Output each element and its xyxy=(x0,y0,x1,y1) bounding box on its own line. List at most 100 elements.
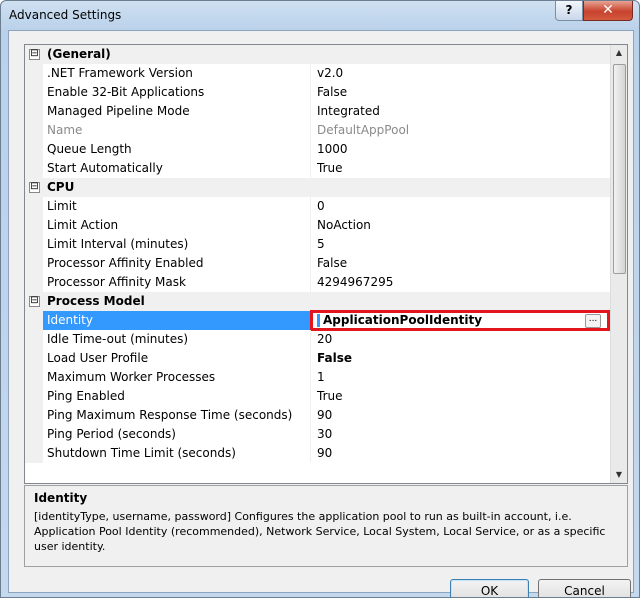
property-value[interactable]: False xyxy=(317,349,602,368)
row-gutter xyxy=(25,311,43,330)
property-name: Enable 32-Bit Applications xyxy=(47,85,205,99)
column-divider xyxy=(310,425,311,444)
property-row[interactable]: Limit Action NoAction xyxy=(25,216,611,235)
property-row[interactable]: Limit Interval (minutes) 5 xyxy=(25,235,611,254)
scroll-down-icon[interactable]: ▼ xyxy=(611,467,627,483)
property-row[interactable]: Identity ApplicationPoolIdentity... xyxy=(25,310,611,331)
edit-caret xyxy=(317,314,320,327)
property-row[interactable]: .NET Framework Version v2.0 xyxy=(25,64,611,83)
scroll-up-icon[interactable]: ▲ xyxy=(611,45,627,61)
property-name: .NET Framework Version xyxy=(47,66,193,80)
advanced-settings-window: Advanced Settings ? ✕ ⊟ (General) .NET Fra… xyxy=(0,0,640,598)
collapse-icon[interactable]: ⊟ xyxy=(29,296,40,307)
property-value[interactable]: NoAction xyxy=(317,216,602,235)
property-value[interactable]: 5 xyxy=(317,235,602,254)
property-value[interactable]: 90 xyxy=(317,444,602,463)
description-title: Identity xyxy=(34,491,88,505)
row-gutter xyxy=(25,387,43,406)
help-button[interactable]: ? xyxy=(555,1,583,21)
property-name: Identity xyxy=(43,311,310,330)
property-name: Limit Interval (minutes) xyxy=(47,237,189,251)
scroll-thumb[interactable] xyxy=(613,64,626,274)
property-value[interactable]: ApplicationPoolIdentity xyxy=(323,313,482,328)
property-name: Queue Length xyxy=(47,142,132,156)
row-gutter xyxy=(25,368,43,387)
property-row[interactable]: Limit 0 xyxy=(25,197,611,216)
property-value[interactable]: True xyxy=(317,159,602,178)
title-bar[interactable]: Advanced Settings ? ✕ xyxy=(1,1,639,31)
property-name: Limit xyxy=(47,199,77,213)
property-row[interactable]: Ping Enabled True xyxy=(25,387,611,406)
property-value[interactable]: True xyxy=(317,387,602,406)
property-row[interactable]: Processor Affinity Enabled False xyxy=(25,254,611,273)
collapse-icon[interactable]: ⊟ xyxy=(29,49,40,60)
dialog-client-area: ⊟ (General) .NET Framework Version v2.0 Enab… xyxy=(8,30,634,597)
row-gutter xyxy=(25,254,43,273)
category-row[interactable]: ⊟ CPU xyxy=(25,178,611,197)
ok-button[interactable]: OK xyxy=(450,579,529,597)
column-divider xyxy=(310,406,311,425)
column-divider xyxy=(310,368,311,387)
property-value[interactable]: False xyxy=(317,83,602,102)
row-gutter xyxy=(25,444,43,463)
property-name: Idle Time-out (minutes) xyxy=(47,332,189,346)
property-row[interactable]: Managed Pipeline Mode Integrated xyxy=(25,102,611,121)
property-row[interactable]: Ping Maximum Response Time (seconds) 90 xyxy=(25,406,611,425)
property-row[interactable]: Idle Time-out (minutes) 20 xyxy=(25,330,611,349)
property-name: Ping Period (seconds) xyxy=(47,427,176,441)
row-gutter xyxy=(25,406,43,425)
property-row[interactable]: Processor Affinity Mask 4294967295 xyxy=(25,273,611,292)
property-row[interactable]: Queue Length 1000 xyxy=(25,140,611,159)
property-name: Managed Pipeline Mode xyxy=(47,104,190,118)
column-divider xyxy=(310,83,311,102)
property-value[interactable]: 1 xyxy=(317,368,602,387)
property-value[interactable]: 90 xyxy=(317,406,602,425)
property-name: Load User Profile xyxy=(47,351,149,365)
property-value[interactable]: v2.0 xyxy=(317,64,602,83)
collapse-icon[interactable]: ⊟ xyxy=(29,182,40,193)
property-row[interactable]: Ping Period (seconds) 30 xyxy=(25,425,611,444)
category-row[interactable]: ⊟ (General) xyxy=(25,45,611,64)
row-gutter xyxy=(25,102,43,121)
property-row[interactable]: Name DefaultAppPool xyxy=(25,121,611,140)
property-value[interactable]: DefaultAppPool xyxy=(317,121,602,140)
row-gutter xyxy=(25,330,43,349)
property-value[interactable]: 1000 xyxy=(317,140,602,159)
column-divider xyxy=(310,140,311,159)
property-row[interactable]: Maximum Worker Processes 1 xyxy=(25,368,611,387)
category-row[interactable]: ⊟ Process Model xyxy=(25,292,611,311)
property-row[interactable]: Load User Profile False xyxy=(25,349,611,368)
property-value[interactable]: False xyxy=(317,254,602,273)
column-divider xyxy=(310,64,311,83)
row-gutter xyxy=(25,197,43,216)
category-label: CPU xyxy=(47,180,75,194)
ellipsis-button[interactable]: ... xyxy=(585,314,601,328)
property-value[interactable]: 0 xyxy=(317,197,602,216)
property-grid: ⊟ (General) .NET Framework Version v2.0 Enab… xyxy=(24,44,628,484)
property-name: Limit Action xyxy=(47,218,119,232)
column-divider xyxy=(310,254,311,273)
property-name: Ping Maximum Response Time (seconds) xyxy=(47,408,293,422)
property-value[interactable]: Integrated xyxy=(317,102,602,121)
property-row[interactable]: Enable 32-Bit Applications False xyxy=(25,83,611,102)
row-gutter xyxy=(25,273,43,292)
cancel-button[interactable]: Cancel xyxy=(538,579,631,597)
row-gutter xyxy=(25,64,43,83)
close-button[interactable]: ✕ xyxy=(583,1,633,21)
vertical-scrollbar[interactable]: ▲ ▼ xyxy=(610,45,627,483)
row-gutter xyxy=(25,83,43,102)
property-row[interactable]: Shutdown Time Limit (seconds) 90 xyxy=(25,444,611,463)
property-value[interactable]: 4294967295 xyxy=(317,273,602,292)
column-divider xyxy=(310,216,311,235)
identity-value-editor[interactable]: ApplicationPoolIdentity... xyxy=(310,310,610,331)
property-value[interactable]: 20 xyxy=(317,330,602,349)
property-value[interactable]: 30 xyxy=(317,425,602,444)
row-gutter xyxy=(25,349,43,368)
column-divider xyxy=(310,235,311,254)
property-row[interactable]: Start Automatically True xyxy=(25,159,611,178)
column-divider xyxy=(310,102,311,121)
property-name: Start Automatically xyxy=(47,161,163,175)
column-divider xyxy=(310,330,311,349)
description-text: [identityType, username, password] Confi… xyxy=(34,510,606,553)
property-grid-rows: ⊟ (General) .NET Framework Version v2.0 Enab… xyxy=(25,45,611,463)
